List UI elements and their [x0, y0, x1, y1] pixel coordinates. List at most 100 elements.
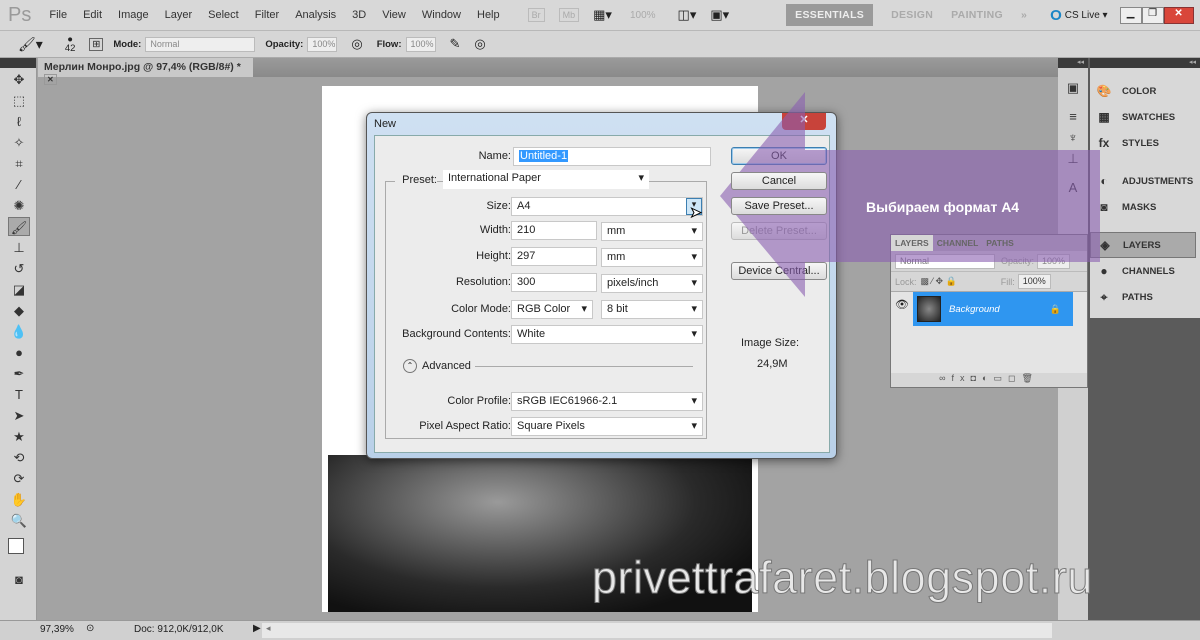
panel-paths[interactable]: ⌖ PATHS	[1090, 284, 1200, 310]
zoom-percent-field[interactable]: 97,39%	[40, 624, 74, 635]
3d-orbit-tool-icon[interactable]: ⟳	[8, 469, 30, 488]
tool-presets-panel-icon[interactable]: ⊥	[1062, 149, 1084, 168]
save-preset-button[interactable]: Save Preset...	[731, 197, 827, 215]
layer-opacity-field[interactable]: 100%	[1037, 253, 1071, 269]
opacity-field[interactable]: 100%	[307, 36, 338, 52]
new-layer-icon[interactable]: ◻	[1008, 373, 1021, 383]
color-swatches[interactable]	[6, 534, 32, 566]
arrange-documents-icon[interactable]: ◫▾	[678, 7, 697, 23]
healing-brush-tool-icon[interactable]: ✺	[8, 196, 30, 215]
panel-masks[interactable]: ◙ MASKS	[1090, 194, 1200, 220]
fill-field[interactable]: 100%	[1017, 274, 1051, 289]
clone-source-panel-icon[interactable]: ♆	[1062, 128, 1084, 147]
menu-select[interactable]: Select	[208, 9, 239, 21]
status-expand-icon[interactable]: ▶	[253, 623, 261, 634]
hand-tool-icon[interactable]: ✋	[8, 490, 30, 509]
delete-preset-button[interactable]: Delete Preset...	[731, 222, 827, 240]
workspace-painting[interactable]: PAINTING	[951, 9, 1003, 21]
tablet-pressure-opacity-icon[interactable]: ◎	[351, 36, 362, 52]
tab-channels[interactable]: CHANNEL	[933, 235, 983, 251]
bit-depth-select[interactable]: 8 bit	[601, 300, 703, 319]
background-contents-select[interactable]: White	[511, 325, 703, 344]
path-selection-tool-icon[interactable]: ➤	[8, 406, 30, 425]
cs-live-button[interactable]: CS Live ▾	[1065, 10, 1108, 21]
close-app-button[interactable]: ✕	[1163, 6, 1194, 24]
mode-select[interactable]: Normal	[145, 36, 256, 52]
eraser-tool-icon[interactable]: ◪	[8, 280, 30, 299]
advanced-label[interactable]: Advanced	[422, 360, 471, 372]
document-tab[interactable]: Мерлин Монро.jpg @ 97,4% (RGB/8#) * ✕	[38, 58, 253, 85]
pixel-aspect-ratio-select[interactable]: Square Pixels	[511, 417, 703, 436]
mini-bridge-panel-icon[interactable]: ▣	[1062, 78, 1084, 97]
add-mask-icon[interactable]: ◘	[971, 373, 982, 383]
gradient-tool-icon[interactable]: ◆	[8, 301, 30, 320]
panel-color[interactable]: 🎨 COLOR	[1090, 78, 1200, 104]
brush-tool-icon[interactable]: 🖌	[8, 217, 30, 236]
blur-tool-icon[interactable]: 💧	[8, 322, 30, 341]
size-select[interactable]: A4 ▾	[511, 197, 703, 216]
brush-presets-panel-icon[interactable]: ≡	[1062, 107, 1084, 126]
restore-button[interactable]: ❐	[1141, 6, 1164, 24]
lock-icons[interactable]: ▩ ⁄ ✥ 🔒	[921, 276, 957, 287]
link-layers-icon[interactable]: ∞	[939, 373, 951, 383]
panel-swatches[interactable]: ▦ SWATCHES	[1090, 104, 1200, 130]
menu-filter[interactable]: Filter	[255, 9, 279, 21]
width-unit-select[interactable]: mm	[601, 222, 703, 241]
screen-mode-icon[interactable]: ▣▾	[710, 7, 729, 23]
marquee-tool-icon[interactable]: ⬚	[8, 91, 30, 110]
tab-paths[interactable]: PATHS	[982, 235, 1018, 251]
type-tool-icon[interactable]: T	[8, 385, 30, 404]
new-group-icon[interactable]: ▭	[993, 373, 1008, 383]
panel-layers[interactable]: ◈ LAYERS	[1090, 232, 1196, 258]
tab-layers[interactable]: LAYERS	[891, 235, 933, 251]
menu-window[interactable]: Window	[422, 9, 461, 21]
dodge-tool-icon[interactable]: ●	[8, 343, 30, 362]
panel-adjustments[interactable]: ◐ ADJUSTMENTS	[1090, 168, 1200, 194]
bridge-icon[interactable]: Br	[527, 8, 545, 22]
tablet-pressure-size-icon[interactable]: ◎	[474, 36, 485, 52]
zoom-level-field[interactable]: 100%	[630, 10, 656, 21]
clone-stamp-tool-icon[interactable]: ⊥	[8, 238, 30, 257]
character-panel-icon[interactable]: A	[1062, 178, 1084, 197]
panel-channels[interactable]: ● CHANNELS	[1090, 258, 1200, 284]
height-input[interactable]: 297	[511, 247, 597, 266]
panel-styles[interactable]: fx STYLES	[1090, 130, 1200, 156]
layer-name[interactable]: Background	[949, 304, 1000, 315]
menu-image[interactable]: Image	[118, 9, 149, 21]
width-input[interactable]: 210	[511, 221, 597, 240]
menu-3d[interactable]: 3D	[352, 9, 366, 21]
blend-mode-select[interactable]: Normal	[895, 253, 995, 269]
crop-tool-icon[interactable]: ⌗	[8, 154, 30, 173]
workspace-design[interactable]: DESIGN	[891, 9, 933, 21]
close-tab-icon[interactable]: ✕	[44, 74, 57, 85]
mini-bridge-icon[interactable]: Mb	[558, 8, 580, 22]
menu-file[interactable]: File	[49, 9, 67, 21]
lasso-tool-icon[interactable]: ℓ	[8, 112, 30, 131]
layer-row-background[interactable]: Background 🔒	[913, 292, 1073, 326]
3d-rotate-tool-icon[interactable]: ⟲	[8, 448, 30, 467]
resolution-input[interactable]: 300	[511, 273, 597, 292]
brush-size-picker[interactable]: ● 42	[65, 35, 76, 54]
visibility-eye-icon[interactable]: 👁	[895, 298, 909, 311]
delete-layer-icon[interactable]: 🗑	[1021, 373, 1038, 383]
adjustment-layer-icon[interactable]: ◐	[982, 373, 993, 383]
height-unit-select[interactable]: mm	[601, 248, 703, 267]
brush-panel-toggle-icon[interactable]: ⊞	[89, 37, 104, 51]
history-brush-tool-icon[interactable]: ↺	[8, 259, 30, 278]
menu-edit[interactable]: Edit	[83, 9, 102, 21]
view-extras-icon[interactable]: ▦▾	[593, 7, 612, 23]
color-mode-select[interactable]: RGB Color	[511, 300, 593, 319]
preset-select[interactable]: International Paper	[443, 170, 649, 189]
quick-selection-tool-icon[interactable]: ✧	[8, 133, 30, 152]
dialog-close-button[interactable]: ✕	[782, 113, 826, 130]
device-central-button[interactable]: Device Central...	[731, 262, 827, 280]
cancel-button[interactable]: Cancel	[731, 172, 827, 190]
horizontal-scrollbar[interactable]: ◂	[262, 623, 1052, 638]
menu-view[interactable]: View	[382, 9, 406, 21]
brush-tool-preset-icon[interactable]: 🖌▾	[18, 36, 43, 53]
foreground-color[interactable]	[8, 538, 24, 554]
menu-analysis[interactable]: Analysis	[295, 9, 336, 21]
move-tool-icon[interactable]: ✥	[8, 70, 30, 89]
flow-field[interactable]: 100%	[405, 36, 436, 52]
zoom-tool-icon[interactable]: 🔍	[8, 511, 30, 530]
